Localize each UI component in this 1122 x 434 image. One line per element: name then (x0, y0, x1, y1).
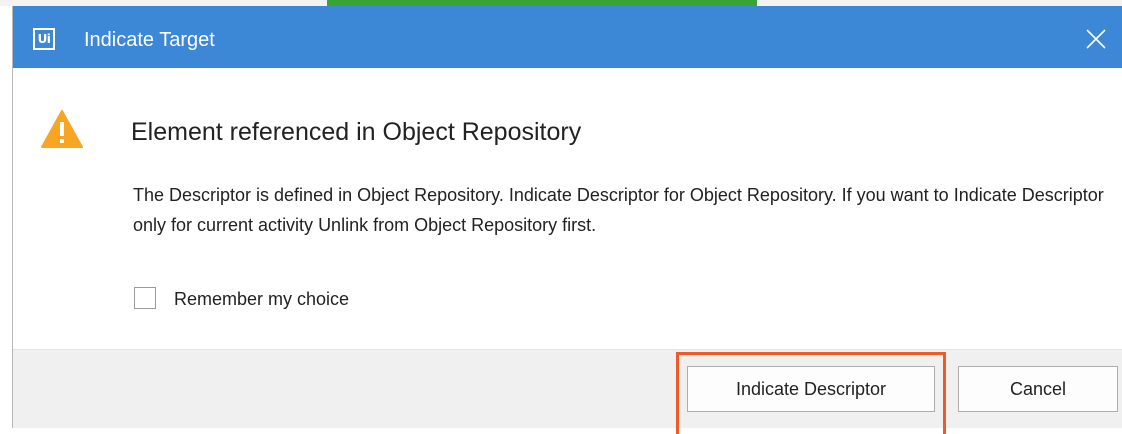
close-icon (1086, 29, 1106, 49)
remember-choice-label[interactable]: Remember my choice (174, 286, 349, 312)
dialog-titlebar: Ui Indicate Target (13, 6, 1122, 68)
dialog-footer (13, 349, 1122, 428)
dialog-title: Indicate Target (84, 29, 215, 51)
dialog-heading: Element referenced in Object Repository (131, 118, 582, 146)
dialog-message: The Descriptor is defined in Object Repo… (133, 185, 1104, 235)
close-button[interactable] (1080, 24, 1112, 56)
cancel-button[interactable]: Cancel (958, 366, 1118, 412)
uipath-logo: Ui (33, 28, 55, 50)
remember-choice-checkbox[interactable] (134, 287, 156, 309)
warning-icon (41, 110, 83, 153)
indicate-target-dialog: Ui Indicate Target Element referenced in… (12, 6, 1122, 434)
highlight-annotation (676, 352, 946, 434)
